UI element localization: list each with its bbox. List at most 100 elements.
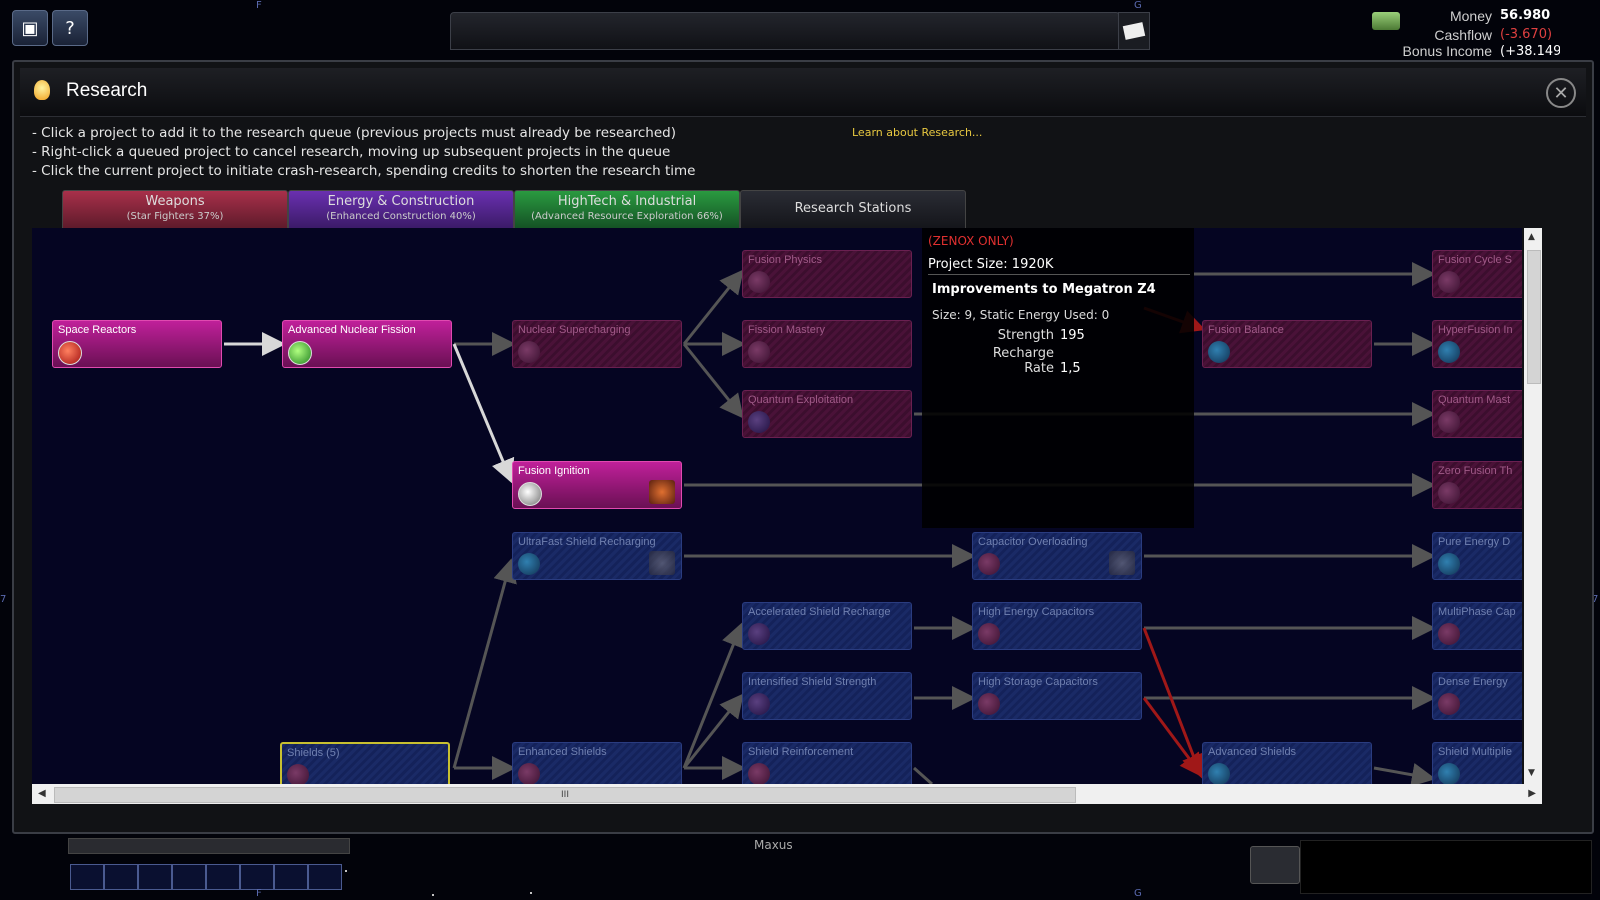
tooltip-title: Improvements to Megatron Z4 <box>932 282 1156 297</box>
scroll-left-icon[interactable]: ◀ <box>38 788 46 799</box>
hotkey-slot[interactable] <box>70 864 104 890</box>
research-node-accelerated-shield-recharge[interactable]: Accelerated Shield Recharge <box>742 602 912 650</box>
hotkey-slot[interactable] <box>308 864 342 890</box>
scroll-down-icon[interactable]: ▼ <box>1528 768 1535 778</box>
hotkey-slot[interactable] <box>138 864 172 890</box>
instruction-line: - Click a project to add it to the resea… <box>32 125 676 141</box>
vertical-scrollbar[interactable]: ▲ ▼ <box>1524 228 1542 784</box>
hotkey-slot[interactable] <box>104 864 138 890</box>
scroll-right-icon[interactable]: ▶ <box>1528 788 1536 799</box>
hotkey-slot[interactable] <box>274 864 308 890</box>
money-panel: Money 56.980 Cashflow (-3.670) Bonus Incom… <box>1390 6 1561 59</box>
map-marker-7: 7 <box>0 594 7 605</box>
research-node-ultrafast-shield-recharging[interactable]: UltraFast Shield Recharging <box>512 532 682 580</box>
hotkey-slot[interactable] <box>240 864 274 890</box>
node-label: Fusion Cycle S <box>1438 254 1512 266</box>
tab-label: Weapons <box>145 194 205 209</box>
help-icon[interactable]: ? <box>52 10 88 46</box>
research-node-pure-energy[interactable]: Pure Energy D <box>1432 532 1522 580</box>
node-label: Quantum Mast <box>1438 394 1511 406</box>
research-node-fusion-cycle[interactable]: Fusion Cycle S <box>1432 250 1522 298</box>
hotkey-slot[interactable] <box>172 864 206 890</box>
research-node-zero-fusion[interactable]: Zero Fusion Th <box>1432 461 1522 509</box>
research-node-shield-reinforcement[interactable]: Shield Reinforcement <box>742 742 912 784</box>
quantum-icon <box>1438 411 1460 433</box>
computer-icon[interactable]: ▣ <box>12 10 48 46</box>
instructions: - Click a project to add it to the resea… <box>32 124 695 181</box>
fission-icon <box>748 341 770 363</box>
shield-icon <box>1208 763 1230 784</box>
horizontal-scrollbar[interactable]: ◀ III ▶ <box>32 784 1542 804</box>
research-node-fission-mastery[interactable]: Fission Mastery <box>742 320 912 368</box>
research-node-fusion-ignition[interactable]: Fusion Ignition <box>512 461 682 509</box>
node-label: High Energy Capacitors <box>978 606 1095 618</box>
shield-icon <box>748 693 770 715</box>
research-node-quantum-mastery[interactable]: Quantum Mast <box>1432 390 1522 438</box>
money-value: 56.980 <box>1500 8 1551 23</box>
scrollbar-thumb[interactable] <box>1527 250 1541 384</box>
capacitor-icon <box>978 553 1000 575</box>
galaxy-icon[interactable] <box>1250 846 1300 884</box>
instruction-line: - Right-click a queued project to cancel… <box>32 144 671 160</box>
node-label: Capacitor Overloading <box>978 536 1088 548</box>
research-node-advanced-nuclear-fission[interactable]: Advanced Nuclear Fission <box>282 320 452 368</box>
tab-research-stations[interactable]: Research Stations <box>740 190 966 230</box>
node-label: Shields (5) <box>287 747 340 759</box>
fusion-icon <box>1208 341 1230 363</box>
research-node-high-energy-capacitors[interactable]: High Energy Capacitors <box>972 602 1142 650</box>
research-node-dense-energy[interactable]: Dense Energy <box>1432 672 1522 720</box>
research-node-intensified-shield-strength[interactable]: Intensified Shield Strength <box>742 672 912 720</box>
research-node-hyperfusion[interactable]: HyperFusion In <box>1432 320 1522 368</box>
research-tree[interactable]: Space Reactors Advanced Nuclear Fission … <box>32 228 1522 784</box>
envelope-icon[interactable] <box>1118 12 1150 50</box>
node-label: High Storage Capacitors <box>978 676 1098 688</box>
node-label: UltraFast Shield Recharging <box>518 536 656 548</box>
map-marker-g: G <box>1134 0 1142 11</box>
energy-icon <box>1438 553 1460 575</box>
learn-about-research-link[interactable]: Learn about Research... <box>852 126 982 139</box>
lightbulb-icon <box>34 80 50 100</box>
tab-label: HighTech & Industrial <box>557 194 697 209</box>
tab-energy-construction[interactable]: Energy & Construction (Enhanced Construc… <box>288 190 514 230</box>
node-label: Advanced Shields <box>1208 746 1297 758</box>
instruction-line: - Click the current project to initiate … <box>32 163 696 179</box>
research-node-nuclear-supercharging[interactable]: Nuclear Supercharging <box>512 320 682 368</box>
research-node-fusion-physics[interactable]: Fusion Physics <box>742 250 912 298</box>
cashflow-label: Cashflow <box>1434 26 1492 43</box>
star <box>530 892 532 894</box>
minimap[interactable] <box>1300 840 1592 894</box>
tooltip-divider <box>928 274 1190 275</box>
research-node-capacitor-overloading[interactable]: Capacitor Overloading <box>972 532 1142 580</box>
shield-icon <box>518 763 540 784</box>
fleet-bar[interactable] <box>68 838 350 854</box>
research-node-enhanced-shields[interactable]: Enhanced Shields <box>512 742 682 784</box>
close-icon[interactable]: ✕ <box>1546 78 1576 108</box>
research-node-quantum-exploitation[interactable]: Quantum Exploitation <box>742 390 912 438</box>
tab-weapons[interactable]: Weapons (Star Fighters 37%) <box>62 190 288 230</box>
research-node-shields[interactable]: Shields (5) <box>280 742 450 784</box>
research-node-space-reactors[interactable]: Space Reactors <box>52 320 222 368</box>
capacitor-icon <box>978 693 1000 715</box>
message-bar[interactable] <box>450 12 1120 50</box>
fusion-icon <box>518 482 542 506</box>
tab-hightech-industrial[interactable]: HighTech & Industrial (Advanced Resource… <box>514 190 740 230</box>
scrollbar-thumb[interactable]: III <box>54 787 1076 803</box>
research-node-high-storage-capacitors[interactable]: High Storage Capacitors <box>972 672 1142 720</box>
node-label: HyperFusion In <box>1438 324 1513 336</box>
scroll-up-icon[interactable]: ▲ <box>1528 232 1535 242</box>
hotkey-slot[interactable] <box>206 864 240 890</box>
strength-label: Strength <box>997 328 1054 343</box>
node-label: Fusion Physics <box>748 254 822 266</box>
research-node-shield-multiplier[interactable]: Shield Multiplie <box>1432 742 1522 784</box>
quantum-icon <box>748 411 770 433</box>
tooltip-strength-row: Strength 195 <box>972 328 1172 343</box>
fusion-icon <box>748 271 770 293</box>
research-node-advanced-shields[interactable]: Advanced Shields <box>1202 742 1372 784</box>
research-node-multiphase-capacitors[interactable]: MultiPhase Cap <box>1432 602 1522 650</box>
research-node-fusion-balance[interactable]: Fusion Balance <box>1202 320 1372 368</box>
strength-value: 195 <box>1060 328 1085 343</box>
node-label: Intensified Shield Strength <box>748 676 877 688</box>
cashflow-value: (-3.670) <box>1500 27 1553 42</box>
fusion-icon <box>1438 271 1460 293</box>
shield-icon <box>287 764 309 784</box>
